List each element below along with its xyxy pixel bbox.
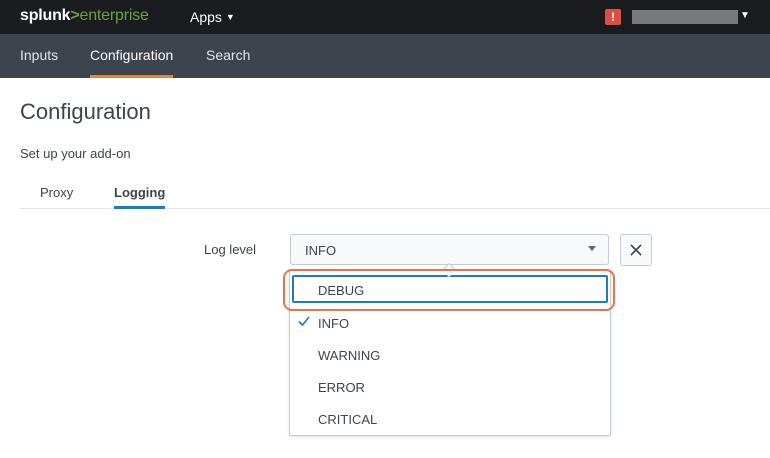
log-level-label: Log level xyxy=(204,242,257,257)
tab-logging[interactable]: Logging xyxy=(114,185,166,209)
logo-brand: splunk xyxy=(20,7,71,24)
config-tabs: Proxy Logging xyxy=(20,178,770,209)
splunk-logo[interactable]: splunk>enterprise xyxy=(20,7,149,25)
log-level-dropdown: DEBUG INFO WARNING ERROR CRITICAL xyxy=(289,270,611,436)
nav-tab-inputs[interactable]: Inputs xyxy=(20,34,58,78)
clear-button[interactable] xyxy=(620,234,652,266)
option-label: INFO xyxy=(318,316,350,331)
nav-tab-configuration[interactable]: Configuration xyxy=(90,34,174,78)
app-nav-bar: Inputs Configuration Search xyxy=(0,34,770,78)
option-info[interactable]: INFO xyxy=(290,307,610,339)
apps-menu[interactable]: Apps ▼ xyxy=(190,9,235,25)
option-label: CRITICAL xyxy=(318,412,378,427)
chevron-down-icon[interactable]: ▼ xyxy=(740,10,750,21)
option-label: ERROR xyxy=(318,380,365,395)
apps-menu-label: Apps xyxy=(190,9,222,25)
page-subtitle: Set up your add-on xyxy=(20,146,131,161)
logo-product: enterprise xyxy=(79,7,149,24)
log-level-select-value: INFO xyxy=(305,243,337,258)
user-menu-redacted[interactable] xyxy=(632,10,738,24)
nav-tab-search[interactable]: Search xyxy=(206,34,250,78)
option-debug[interactable]: DEBUG xyxy=(290,275,610,307)
chevron-down-icon: ▼ xyxy=(225,12,235,22)
alert-icon[interactable]: ! xyxy=(605,9,621,25)
option-warning[interactable]: WARNING xyxy=(290,339,610,371)
log-level-select[interactable]: INFO xyxy=(290,234,609,265)
checkmark-icon xyxy=(298,316,310,327)
tab-proxy[interactable]: Proxy xyxy=(40,185,73,209)
top-bar: splunk>enterprise Apps ▼ ! ▼ xyxy=(0,0,770,34)
logo-separator: > xyxy=(70,7,80,24)
option-label: WARNING xyxy=(318,348,381,363)
caret-down-icon xyxy=(588,246,596,251)
option-critical[interactable]: CRITICAL xyxy=(290,403,610,435)
page-title: Configuration xyxy=(20,99,151,124)
option-label: DEBUG xyxy=(318,283,365,298)
option-error[interactable]: ERROR xyxy=(290,371,610,403)
close-icon xyxy=(630,244,642,256)
